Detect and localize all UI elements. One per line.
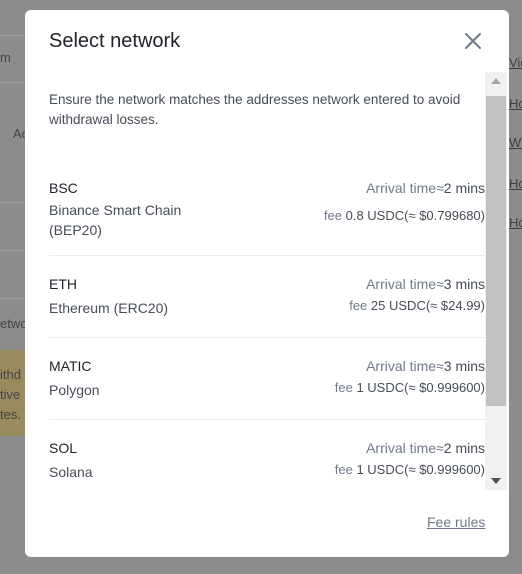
bg-fragment: m [0, 50, 11, 65]
select-network-modal: Select network Ensure the network matche… [25, 10, 509, 557]
triangle-up-icon [491, 78, 501, 84]
network-fee: fee 25 USDC(≈ $24.99) [349, 298, 485, 313]
network-name: Solana [49, 464, 93, 480]
bg-link: Hov [509, 176, 522, 191]
fee-rules-link[interactable]: Fee rules [427, 514, 485, 530]
bg-link: Hov [509, 96, 522, 111]
network-list-container: Ensure the network matches the addresses… [49, 72, 485, 492]
close-icon [465, 33, 481, 49]
bg-fragment: ithd [0, 367, 21, 382]
network-name: Polygon [49, 382, 100, 398]
bg-divider [0, 250, 24, 251]
bg-link: Vid [509, 55, 522, 70]
bg-link: Wh [509, 135, 522, 150]
network-option-sol[interactable]: SOL Solana Arrival time≈2 mins fee 1 USD… [49, 420, 485, 492]
bg-fragment: tive [0, 387, 21, 402]
network-code: SOL [49, 440, 78, 456]
network-option-matic[interactable]: MATIC Polygon Arrival time≈3 mins fee 1 … [49, 338, 485, 420]
network-code: BSC [49, 180, 78, 196]
arrival-time: Arrival time≈3 mins [366, 276, 485, 292]
triangle-down-icon [491, 478, 501, 484]
scrollbar[interactable] [485, 72, 507, 490]
modal-title: Select network [49, 30, 181, 52]
network-code: ETH [49, 276, 77, 292]
scroll-thumb[interactable] [486, 96, 506, 406]
bg-divider [0, 202, 24, 203]
arrival-time: Arrival time≈3 mins [366, 358, 485, 374]
network-fee: fee 1 USDC(≈ $0.999600) [334, 462, 485, 477]
arrival-time: Arrival time≈2 mins [366, 180, 485, 196]
network-fee: fee 1 USDC(≈ $0.999600) [334, 380, 485, 395]
arrival-time: Arrival time≈2 mins [366, 440, 485, 456]
network-option-eth[interactable]: ETH Ethereum (ERC20) Arrival time≈3 mins… [49, 256, 485, 338]
network-notice: Ensure the network matches the addresses… [49, 92, 461, 127]
network-option-bsc[interactable]: BSC Binance Smart Chain (BEP20) Arrival … [49, 168, 485, 256]
network-fee: fee 0.8 USDC(≈ $0.799680) [323, 208, 485, 223]
scroll-up-button[interactable] [485, 72, 507, 90]
network-name: Ethereum (ERC20) [49, 300, 169, 316]
close-button[interactable] [461, 29, 485, 53]
bg-divider [0, 35, 24, 36]
scroll-down-button[interactable] [485, 472, 507, 490]
bg-link: Hov [509, 215, 522, 230]
bg-fragment: etwo [0, 316, 28, 331]
network-name: Binance Smart Chain (BEP20) [49, 202, 182, 238]
network-code: MATIC [49, 358, 92, 374]
bg-divider [0, 298, 24, 299]
bg-fragment: tes. [0, 407, 21, 422]
bg-divider [0, 82, 24, 83]
